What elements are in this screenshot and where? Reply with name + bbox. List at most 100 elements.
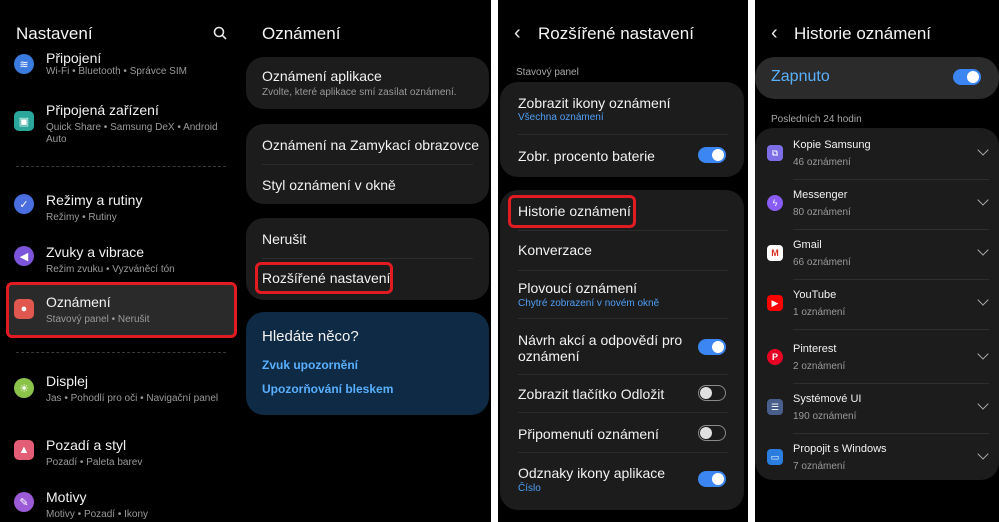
settings-item-label: Režimy a rutiny — [46, 192, 143, 208]
app-notifications-sub: Zvolte, které aplikace smí zasílat oznám… — [262, 87, 457, 98]
show-notification-icons-item[interactable]: Zobrazit ikony oznámení — [518, 95, 671, 111]
page-title: Rozšířené nastavení — [538, 24, 694, 43]
enabled-label: Zapnuto — [771, 68, 830, 85]
history-item-pinterest[interactable]: P Pinterest 2 oznámení — [755, 334, 999, 384]
settings-item-themes[interactable]: ✎ Motivy Motivy • Pozadí • Ikony — [0, 482, 240, 522]
youtube-icon: ▶ — [767, 295, 783, 311]
notification-count: 46 oznámení — [793, 157, 851, 168]
floating-notifications-item[interactable]: Plovoucí oznámení — [518, 280, 637, 296]
separator — [518, 134, 728, 135]
chevron-down-icon[interactable] — [977, 398, 989, 410]
app-name: Kopie Samsung — [793, 139, 871, 151]
notification-reminders-item: Připomenutí oznámení — [518, 426, 659, 442]
history-item-gmail[interactable]: M Gmail 66 oznámení — [755, 230, 999, 280]
notification-sound-link[interactable]: Zvuk upozornění — [262, 358, 358, 372]
flash-notification-link[interactable]: Upozorňování bleskem — [262, 382, 393, 396]
separator — [793, 329, 989, 330]
notification-count: 66 oznámení — [793, 257, 851, 268]
advanced-settings-item[interactable]: Rozšířené nastavení — [262, 270, 390, 286]
app-name: Systémové UI — [793, 393, 862, 405]
settings-item-connections[interactable]: ≋ Připojení Wi-Fi • Bluetooth • Správce … — [0, 46, 240, 96]
history-item-messenger[interactable]: ϟ Messenger 80 oznámení — [755, 180, 999, 230]
settings-item-connected-devices[interactable]: ▣ Připojená zařízení Quick Share • Samsu… — [0, 95, 240, 147]
app-name: Messenger — [793, 189, 848, 201]
settings-item-sounds[interactable]: ◀ Zvuky a vibrace Režim zvuku • Vyzváněc… — [0, 237, 240, 287]
separator — [518, 412, 728, 413]
samsung-copy-icon: ⧉ — [767, 145, 783, 161]
section-label: Stavový panel — [516, 67, 579, 78]
settings-item-label: Oznámení — [46, 294, 111, 310]
settings-item-label: Displej — [46, 373, 89, 389]
settings-item-label: Připojená zařízení — [46, 102, 159, 118]
settings-item-label: Připojení — [46, 50, 102, 66]
settings-item-sub: Quick Share • Samsung DeX • Android Auto — [46, 122, 218, 145]
image-icon: ▲ — [14, 440, 34, 460]
notification-history-item[interactable]: Historie oznámení — [518, 203, 631, 219]
period-label: Posledních 24 hodin — [771, 114, 862, 125]
app-notifications-card[interactable]: Oznámení aplikace Zvolte, které aplikace… — [246, 57, 489, 109]
settings-item-sub: Pozadí • Paleta barev — [46, 457, 143, 468]
system-ui-icon: ☰ — [767, 399, 783, 415]
brightness-icon: ☀ — [14, 378, 34, 398]
snooze-button-toggle[interactable] — [698, 385, 726, 401]
chevron-down-icon[interactable] — [977, 448, 989, 460]
chevron-down-icon[interactable] — [977, 244, 989, 256]
history-item-youtube[interactable]: ▶ YouTube 1 oznámení — [755, 280, 999, 330]
chevron-down-icon[interactable] — [977, 144, 989, 156]
separator — [262, 258, 473, 259]
settings-item-wallpaper[interactable]: ▲ Pozadí a styl Pozadí • Paleta barev — [0, 430, 240, 480]
conversations-item[interactable]: Konverzace — [518, 242, 592, 258]
app-name: Gmail — [793, 239, 822, 251]
dnd-advanced-card: Nerušit Rozšířené nastavení — [246, 218, 489, 300]
history-item-samsung-copy[interactable]: ⧉ Kopie Samsung 46 oznámení — [755, 130, 999, 180]
page-title: Oznámení — [262, 24, 341, 43]
suggest-actions-item-line2: oznámení — [518, 348, 580, 364]
search-suggestions-card: Hledáte něco? Zvuk upozornění Upozorňová… — [246, 312, 489, 415]
history-item-phone-link[interactable]: ▭ Propojit s Windows 7 oznámení — [755, 434, 999, 484]
lock-style-card: Oznámení na Zamykací obrazovce Styl ozná… — [246, 124, 489, 204]
settings-item-notifications[interactable]: ● Oznámení Stavový panel • Nerušit — [0, 287, 240, 337]
battery-percent-item: Zobr. procento baterie — [518, 148, 655, 164]
status-bar-card: Zobrazit ikony oznámení Všechna oznámení… — [500, 82, 744, 177]
page-title: Historie oznámení — [794, 24, 932, 43]
settings-item-label: Zvuky a vibrace — [46, 244, 145, 260]
settings-item-sub: Wi-Fi • Bluetooth • Správce SIM — [46, 66, 187, 77]
app-icon-badges-item: Odznaky ikony aplikace — [518, 465, 666, 481]
settings-item-modes[interactable]: ✓ Režimy a rutiny Režimy • Rutiny — [0, 185, 240, 235]
messenger-icon: ϟ — [767, 195, 783, 211]
separator — [518, 270, 728, 271]
floating-notifications-value: Chytré zobrazení v novém okně — [518, 298, 660, 309]
search-icon[interactable] — [213, 26, 227, 40]
chevron-down-icon[interactable] — [977, 294, 989, 306]
settings-panel: Nastavení ≋ Připojení Wi-Fi • Bluetooth … — [0, 0, 240, 522]
separator — [518, 374, 728, 375]
back-arrow-icon[interactable]: ‹ — [771, 22, 778, 45]
app-icon-badges-value: Číslo — [518, 483, 541, 494]
do-not-disturb-item[interactable]: Nerušit — [262, 231, 306, 247]
show-icons-value: Všechna oznámení — [518, 112, 604, 123]
lock-screen-notifications-item[interactable]: Oznámení na Zamykací obrazovce — [262, 137, 479, 153]
app-icon-badges-toggle[interactable] — [698, 471, 726, 487]
chevron-down-icon[interactable] — [977, 194, 989, 206]
suggest-actions-toggle[interactable] — [698, 339, 726, 355]
suggest-actions-item: Návrh akcí a odpovědí pro — [518, 332, 683, 348]
gmail-icon: M — [767, 245, 783, 261]
notification-count: 1 oznámení — [793, 307, 846, 318]
battery-percent-toggle[interactable] — [698, 147, 726, 163]
volume-icon: ◀ — [14, 246, 34, 266]
separator — [518, 230, 728, 231]
notification-reminders-toggle[interactable] — [698, 425, 726, 441]
history-item-system-ui[interactable]: ☰ Systémové UI 190 oznámení — [755, 384, 999, 434]
windows-link-icon: ▭ — [767, 449, 783, 465]
advanced-settings-panel: ‹ Rozšířené nastavení Stavový panel Zobr… — [498, 0, 748, 522]
notification-count: 80 oznámení — [793, 207, 851, 218]
settings-item-sub: Režimy • Rutiny — [46, 212, 117, 223]
popup-style-item[interactable]: Styl oznámení v okně — [262, 177, 396, 193]
settings-item-sub: Motivy • Pozadí • Ikony — [46, 509, 149, 520]
chevron-down-icon[interactable] — [977, 348, 989, 360]
history-enabled-toggle[interactable] — [953, 69, 981, 85]
settings-item-sub: Režim zvuku • Vyzváněcí tón — [46, 264, 175, 275]
back-arrow-icon[interactable]: ‹ — [514, 22, 521, 45]
page-title: Nastavení — [16, 24, 93, 43]
settings-item-display[interactable]: ☀ Displej Jas • Pohodlí pro oči • Naviga… — [0, 366, 240, 418]
